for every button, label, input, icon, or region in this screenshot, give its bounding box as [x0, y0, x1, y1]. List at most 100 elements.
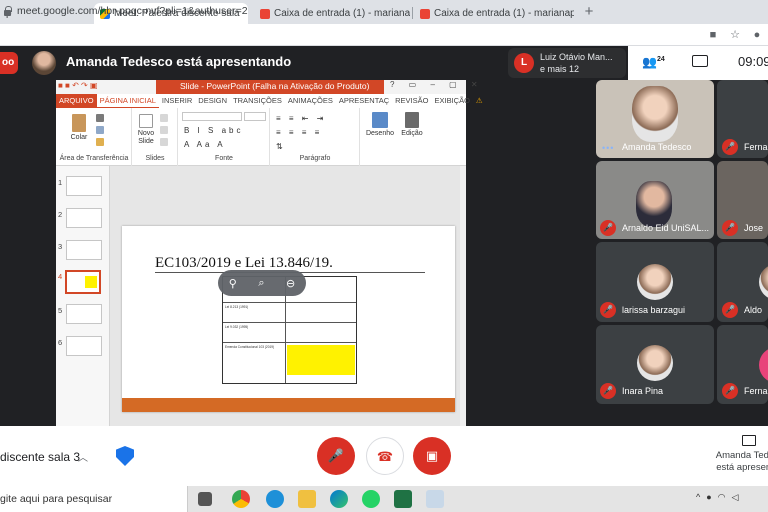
chat-icon[interactable]	[692, 55, 708, 67]
editing-button[interactable]: Edição	[398, 112, 426, 138]
participant-name: Inara Pina	[622, 386, 664, 396]
remove-icon[interactable]: ⊖	[286, 277, 295, 290]
thumbnail-item[interactable]: 5	[58, 304, 62, 316]
direction-icon[interactable]: ⇅	[276, 142, 283, 151]
ppt-window-controls[interactable]: ? ▭ – ▢ ✕	[390, 80, 484, 89]
tab-exibicao[interactable]: EXIBIÇÃO	[431, 94, 472, 108]
chrome-icon[interactable]	[232, 490, 250, 508]
wifi-icon[interactable]: ◠	[718, 492, 732, 502]
vertical-scrollbar[interactable]	[460, 166, 466, 426]
presenting-line-2: está apresent	[716, 462, 768, 473]
tab-revisao[interactable]: REVISÃO	[392, 94, 431, 108]
new-slide-button[interactable]: Novo Slide	[134, 114, 158, 146]
tray-chevron-icon[interactable]: ^	[696, 492, 706, 502]
tab-transicoes[interactable]: TRANSIÇÕES	[230, 94, 285, 108]
chevron-up-icon[interactable]: ︿	[78, 449, 88, 464]
clock: 09:09	[738, 54, 768, 69]
slide-thumbnail[interactable]	[66, 176, 102, 196]
task-view-icon[interactable]	[198, 492, 212, 506]
paste-label: Colar	[70, 134, 88, 141]
table-cell: Emenda Constitucional 103 (2019)	[225, 345, 275, 349]
whatsapp-icon[interactable]	[362, 490, 380, 508]
presenting-status[interactable]: Amanda Tede está apresent	[710, 450, 768, 474]
volume-icon[interactable]: ◁	[732, 492, 745, 502]
tab-arquivo[interactable]: ARQUIVO	[56, 94, 97, 108]
search-placeholder: gite aqui para pesquisar	[0, 493, 113, 505]
thumbnail-item[interactable]: 6	[58, 336, 62, 348]
font-size-select[interactable]	[244, 112, 266, 121]
tab-pagina-inicial[interactable]: PÁGINA INICIAL	[96, 94, 159, 108]
font-format-icons[interactable]: B I S abc	[184, 126, 243, 135]
paint-icon[interactable]	[426, 490, 444, 508]
slide-thumbnail-selected[interactable]	[65, 270, 101, 294]
participant-video	[636, 181, 672, 227]
present-screen-icon[interactable]	[742, 435, 756, 446]
table-row: Lei 8.213 (1991)	[223, 303, 356, 323]
people-count: 24	[656, 56, 665, 63]
muted-mic-icon: 🎤	[600, 383, 616, 399]
reset-icon[interactable]	[160, 126, 168, 134]
pin-icon[interactable]: ⚲	[229, 277, 237, 290]
slide-thumbnail[interactable]	[66, 336, 102, 356]
participant-name: Ferna	[744, 386, 768, 396]
bookmark-star-icon[interactable]: ☆	[728, 28, 742, 42]
quick-access-toolbar[interactable]: ■ ■ ↶ ↷ ▣	[58, 81, 98, 90]
thumbnail-item[interactable]: 3	[58, 240, 62, 252]
tab-inserir[interactable]: INSERIR	[159, 94, 195, 108]
slide-thumbnail[interactable]	[66, 208, 102, 228]
profile-icon[interactable]: ●	[750, 28, 764, 42]
tab-apresentacao[interactable]: APRESENTAÇ	[336, 94, 392, 108]
table-cell: Lei 9.032 (1995)	[225, 325, 249, 329]
slide-thumbnail[interactable]	[66, 304, 102, 324]
clipboard-icon	[72, 114, 86, 132]
tab-animacoes[interactable]: ANIMAÇÕES	[285, 94, 336, 108]
presenter-avatar	[32, 51, 56, 75]
recording-badge: oo	[0, 52, 18, 74]
zoom-icon[interactable]: ⌕	[258, 277, 264, 290]
file-explorer-icon[interactable]	[298, 490, 316, 508]
format-painter-icon[interactable]	[96, 138, 104, 146]
edge-icon[interactable]	[330, 490, 348, 508]
people-button[interactable]: 👥24	[642, 55, 665, 69]
align-icons[interactable]: ≡ ≡ ≡ ≡	[276, 128, 322, 137]
camera-permission-icon[interactable]: ■	[706, 28, 720, 42]
drawing-button[interactable]: Desenho	[364, 112, 396, 138]
tray-mic-icon[interactable]: ●	[706, 492, 717, 502]
font-color-icons[interactable]: A Aa A	[184, 140, 226, 149]
participant-avatar	[759, 347, 768, 383]
thumbnail-item[interactable]: 2	[58, 208, 62, 220]
layout-icon[interactable]	[160, 114, 168, 122]
speaking-indicator-icon: •••	[602, 143, 615, 153]
address-bar	[0, 24, 768, 46]
ie-icon[interactable]	[266, 490, 284, 508]
cut-icon[interactable]	[96, 114, 104, 122]
thumbnail-item[interactable]: 1	[58, 176, 62, 188]
meeting-name[interactable]: discente sala 3	[0, 450, 80, 464]
taskbar-search-input[interactable]: gite aqui para pesquisar	[0, 486, 188, 512]
list-icons[interactable]: ≡ ≡ ⇤ ⇥	[276, 114, 326, 123]
lock-icon	[4, 5, 12, 16]
url-text: meet.google.com/hbr-ppgc-nvf?pli=1&authu…	[17, 5, 248, 17]
section-icon[interactable]	[160, 138, 168, 146]
copy-icon[interactable]	[96, 126, 104, 134]
slide-thumbnail[interactable]	[66, 240, 102, 260]
thumbnail-number: 1	[58, 178, 63, 187]
participant-name: Arnaldo Eid UniSAL...	[622, 223, 710, 233]
tab-design[interactable]: DESIGN	[195, 94, 230, 108]
thumbnail-item[interactable]: 4	[58, 270, 62, 282]
participant-name: Amanda Tedesco	[622, 142, 692, 152]
font-name-select[interactable]	[182, 112, 242, 121]
paste-button[interactable]: Colar	[64, 114, 94, 142]
table-row: Emenda Constitucional 103 (2019)	[223, 343, 356, 384]
system-tray[interactable]: ^●◠◁	[696, 492, 744, 503]
thumbnail-number: 5	[58, 306, 63, 315]
excel-icon[interactable]	[394, 490, 412, 508]
camera-toggle-button[interactable]: ▣	[413, 437, 451, 475]
url-field[interactable]: meet.google.com/hbr-ppgc-nvf?pli=1&authu…	[4, 2, 704, 20]
mic-toggle-button[interactable]: 🎤	[317, 437, 355, 475]
participant-avatar	[637, 345, 673, 381]
binoculars-icon	[405, 112, 419, 128]
participant-line-2: e mais 12	[540, 64, 580, 74]
participant-name: Aldo	[744, 305, 763, 315]
leave-call-button[interactable]: ☎	[366, 437, 404, 475]
